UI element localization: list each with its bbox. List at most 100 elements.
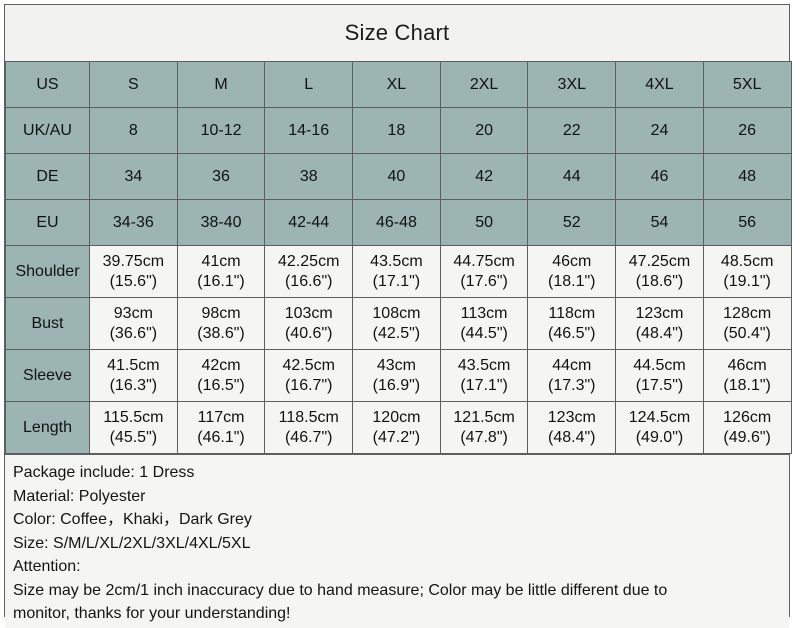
footer-line: Color: Coffee，Khaki，Dark Grey — [13, 511, 252, 529]
size-cell: 10-12 — [176, 107, 266, 154]
size-cell: 18 — [352, 107, 441, 154]
measurement-cm: 41cm — [201, 252, 241, 270]
measurement-cm: 108cm — [372, 304, 421, 322]
title-bar: Size Chart — [5, 5, 789, 61]
size-cell: 5XL — [702, 61, 792, 108]
size-cell: 40 — [352, 153, 441, 200]
size-cell: 46-48 — [352, 199, 441, 246]
measurement-cm: 103cm — [284, 304, 333, 322]
size-cell: 24 — [615, 107, 704, 154]
size-cell: 34-36 — [89, 199, 178, 246]
size-cell: 14-16 — [264, 107, 354, 154]
measurement-cell: 123cm (48.4") — [527, 401, 617, 454]
size-cell: XL — [352, 61, 441, 108]
footer-line: Material: Polyester — [13, 487, 146, 505]
size-cell: 36 — [176, 153, 266, 200]
measurement-cell: 118.5cm (46.7") — [264, 401, 354, 454]
measurement-cell: 126cm (49.6") — [702, 401, 792, 454]
measurement-cm: 41.5cm — [107, 356, 160, 374]
measurement-inch: (48.4") — [635, 324, 684, 342]
measurement-label-cell: Shoulder — [5, 245, 90, 298]
measurement-inch: (16.9") — [372, 376, 421, 394]
measurement-cm: 42.5cm — [282, 356, 335, 374]
table-row: Shoulder 39.75cm (15.6") 41cm (16.1") 42.25cm… — [5, 245, 792, 298]
measurement-cm: 48.5cm — [720, 252, 774, 270]
measurement-inch: (17.1") — [372, 272, 421, 290]
measurement-inch: (16.6") — [284, 272, 333, 290]
size-table: US S M L XL 2XL 3XL 4XL 5XL UK/AU 8 10-12 14-16 18 20 2… — [5, 61, 792, 454]
measurement-inch: (18.6") — [635, 272, 684, 290]
footer-line: Size: S/M/L/XL/2XL/3XL/4XL/5XL — [13, 534, 251, 552]
measurement-cell: 120cm (47.2") — [352, 401, 441, 454]
measurement-cell: 48.5cm (19.1") — [702, 245, 792, 298]
measurement-cm: 128cm — [723, 304, 772, 322]
measurement-cm: 43.5cm — [370, 252, 423, 270]
measurement-cm: 39.75cm — [102, 252, 165, 270]
measurement-cm: 124.5cm — [628, 408, 691, 426]
measurement-inch: (17.1") — [460, 376, 508, 394]
table-row: UK/AU 8 10-12 14-16 18 20 22 24 26 — [5, 107, 792, 154]
measurement-cm: 117cm — [197, 408, 245, 426]
measurement-inch: (46.1") — [197, 428, 245, 446]
measurement-cell: 113cm (44.5") — [439, 297, 529, 350]
measurement-cm: 123cm — [635, 304, 684, 322]
size-table-body: US S M L XL 2XL 3XL 4XL 5XL UK/AU 8 10-12 14-16 18 20 2… — [5, 61, 792, 454]
measurement-cell: 118cm (46.5") — [527, 297, 617, 350]
measurement-inch: (18.1") — [723, 376, 771, 394]
size-cell: 4XL — [615, 61, 704, 108]
measurement-inch: (49.6") — [723, 428, 771, 446]
measurement-cm: 113cm — [460, 304, 508, 322]
measurement-cell: 43.5cm (17.1") — [439, 349, 529, 402]
measurement-cell: 46cm (18.1") — [527, 245, 617, 298]
measurement-cm: 123cm — [547, 408, 596, 426]
size-cell: 22 — [527, 107, 617, 154]
measurement-cell: 103cm (40.6") — [264, 297, 354, 350]
measurement-cm: 44.5cm — [633, 356, 686, 374]
measurement-inch: (16.7") — [284, 376, 333, 394]
measurement-cell: 93cm (36.6") — [89, 297, 178, 350]
size-cell: 44 — [527, 153, 617, 200]
measurement-label-cell: Sleeve — [5, 349, 90, 402]
measurement-label-cell: Bust — [5, 297, 90, 350]
measurement-cm: 43cm — [376, 356, 416, 374]
size-cell: 54 — [615, 199, 704, 246]
row-label-cell: UK/AU — [5, 107, 90, 154]
measurement-inch: (48.4") — [548, 428, 596, 446]
size-cell: 48 — [702, 153, 792, 200]
size-cell: 42 — [439, 153, 529, 200]
measurement-inch: (38.6") — [197, 324, 245, 342]
row-label-cell: DE — [5, 153, 90, 200]
measurement-inch: (45.5") — [109, 428, 158, 446]
measurement-cell: 46cm (18.1") — [702, 349, 792, 402]
measurement-label-cell: Length — [5, 401, 90, 454]
measurement-cm: 118cm — [548, 304, 596, 322]
measurement-inch: (50.4") — [723, 324, 771, 342]
measurement-inch: (49.0") — [635, 428, 684, 446]
measurement-cell: 41cm (16.1") — [176, 245, 266, 298]
measurement-cell: 39.75cm (15.6") — [89, 245, 178, 298]
measurement-inch: (16.1") — [197, 272, 245, 290]
measurement-cm: 93cm — [113, 304, 153, 322]
measurement-cm: 46cm — [727, 356, 767, 374]
measurement-cell: 108cm (42.5") — [352, 297, 441, 350]
measurement-cell: 47.25cm (18.6") — [615, 245, 704, 298]
measurement-cm: 126cm — [723, 408, 772, 426]
table-row: DE 34 36 38 40 42 44 46 48 — [5, 153, 792, 200]
measurement-cell: 42cm (16.5") — [176, 349, 266, 402]
footer-line: Attention: — [13, 558, 81, 576]
measurement-cm: 46cm — [552, 252, 592, 270]
measurement-inch: (19.1") — [723, 272, 771, 290]
size-cell: 3XL — [527, 61, 617, 108]
measurement-cm: 43.5cm — [457, 356, 511, 374]
size-cell: 38-40 — [176, 199, 266, 246]
measurement-cell: 44cm (17.3") — [527, 349, 617, 402]
size-cell: 46 — [615, 153, 704, 200]
footer-notes: Package include: 1 Dress Material: Polyes… — [5, 454, 789, 628]
measurement-cm: 44cm — [552, 356, 592, 374]
measurement-inch: (18.1") — [548, 272, 596, 290]
measurement-cell: 42.25cm (16.6") — [264, 245, 354, 298]
footer-line: Package include: 1 Dress — [13, 464, 195, 481]
measurement-cell: 123cm (48.4") — [615, 297, 704, 350]
size-cell: 52 — [527, 199, 617, 246]
measurement-inch: (42.5") — [372, 324, 421, 342]
